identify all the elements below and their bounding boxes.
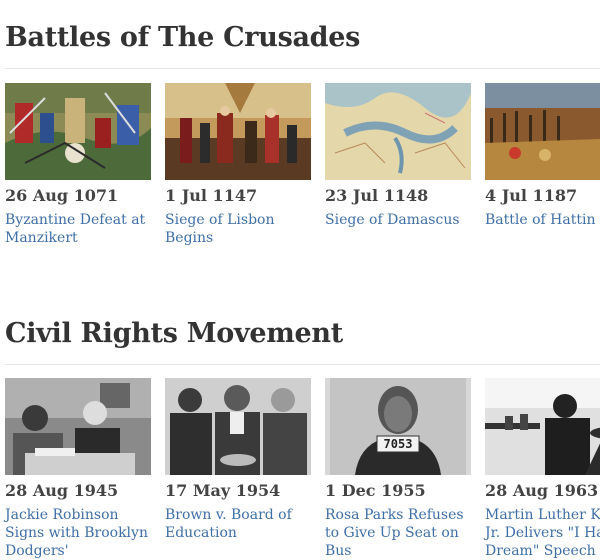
event-card[interactable]: 17 May 1954 Brown v. Board of Education bbox=[165, 378, 311, 560]
army-battle-painting-thumbnail bbox=[485, 83, 600, 180]
event-title-line: Bus bbox=[325, 543, 352, 559]
section-divider bbox=[5, 364, 600, 365]
event-date: 23 Jul 1148 bbox=[325, 186, 429, 205]
event-title-line: Dodgers' bbox=[5, 543, 69, 559]
event-card[interactable]: 7053 1 Dec 1955 Rosa Parks Refuses to Gi… bbox=[325, 378, 471, 560]
section-title: Battles of The Crusades bbox=[5, 22, 361, 53]
section-civil-rights: Civil Rights Movement 28 Aug 1945 Jackie… bbox=[0, 300, 600, 560]
event-title-link[interactable]: Brown v. Board of Education bbox=[165, 506, 325, 542]
event-card[interactable]: 28 Aug 1963 Martin Luther Ki Jr. Deliver… bbox=[485, 378, 600, 560]
contract-signing-photo-thumbnail bbox=[5, 378, 151, 475]
event-title-link[interactable]: Siege of Lisbon Begins bbox=[165, 211, 325, 247]
medieval-battle-painting-thumbnail bbox=[5, 83, 151, 180]
event-title-line: Begins bbox=[165, 230, 214, 246]
event-title-line: Brown v. Board of bbox=[165, 507, 292, 523]
event-title-link[interactable]: Martin Luther Ki Jr. Delivers "I Ha Drea… bbox=[485, 506, 600, 560]
event-title-line: Jackie Robinson bbox=[5, 507, 119, 523]
event-date: 28 Aug 1963 bbox=[485, 481, 599, 500]
event-card[interactable]: 26 Aug 1071 Byzantine Defeat at Manziker… bbox=[5, 83, 151, 253]
event-card[interactable]: 4 Jul 1187 Battle of Hattin bbox=[485, 83, 600, 253]
event-title-line: Education bbox=[165, 525, 237, 541]
event-thumbnail[interactable] bbox=[325, 83, 471, 180]
event-date: 1 Jul 1147 bbox=[165, 186, 258, 205]
event-thumbnail[interactable] bbox=[165, 83, 311, 180]
event-title-line: Siege of Lisbon bbox=[165, 212, 275, 228]
event-title-link[interactable]: Byzantine Defeat at Manzikert bbox=[5, 211, 165, 247]
event-title-line: Byzantine Defeat at bbox=[5, 212, 146, 228]
event-date: 1 Dec 1955 bbox=[325, 481, 426, 500]
old-map-thumbnail bbox=[325, 83, 471, 180]
event-date: 17 May 1954 bbox=[165, 481, 281, 500]
section-title: Civil Rights Movement bbox=[5, 318, 343, 349]
event-card[interactable]: 28 Aug 1945 Jackie Robinson Signs with B… bbox=[5, 378, 151, 560]
event-date: 26 Aug 1071 bbox=[5, 186, 119, 205]
event-date: 4 Jul 1187 bbox=[485, 186, 578, 205]
event-thumbnail[interactable]: 7053 bbox=[325, 378, 471, 475]
event-date: 28 Aug 1945 bbox=[5, 481, 119, 500]
event-card[interactable]: 23 Jul 1148 Siege of Damascus bbox=[325, 83, 471, 253]
event-card[interactable]: 1 Jul 1147 Siege of Lisbon Begins bbox=[165, 83, 311, 253]
timeline-page: Battles of The Crusades 26 Aug 1071 Byza… bbox=[0, 0, 600, 560]
event-title-link[interactable]: Rosa Parks Refuses to Give Up Seat on Bu… bbox=[325, 506, 485, 560]
event-title-line: Manzikert bbox=[5, 230, 78, 246]
event-title-line: Jr. Delivers "I Ha bbox=[485, 525, 600, 541]
event-title-line: Martin Luther Ki bbox=[485, 507, 600, 523]
speech-microphones-photo-thumbnail bbox=[485, 378, 600, 475]
event-thumbnail[interactable] bbox=[485, 83, 600, 180]
event-title-link[interactable]: Battle of Hattin bbox=[485, 211, 600, 229]
royal-court-painting-thumbnail bbox=[165, 83, 311, 180]
event-title-line: Signs with Brooklyn bbox=[5, 525, 148, 541]
section-crusades: Battles of The Crusades 26 Aug 1071 Byza… bbox=[0, 0, 600, 280]
event-title-line: Battle of Hattin bbox=[485, 212, 596, 228]
event-title-link[interactable]: Siege of Damascus bbox=[325, 211, 485, 229]
event-title-line: Dream" Speech bbox=[485, 543, 596, 559]
event-title-line: to Give Up Seat on bbox=[325, 525, 459, 541]
event-title-line: Rosa Parks Refuses bbox=[325, 507, 464, 523]
event-thumbnail[interactable] bbox=[5, 378, 151, 475]
lawyers-handshake-photo-thumbnail bbox=[165, 378, 311, 475]
event-title-link[interactable]: Jackie Robinson Signs with Brooklyn Dodg… bbox=[5, 506, 165, 560]
mugshot-photo-thumbnail: 7053 bbox=[325, 378, 471, 475]
event-thumbnail[interactable] bbox=[485, 378, 600, 475]
event-thumbnail[interactable] bbox=[5, 83, 151, 180]
event-title-line: Siege of Damascus bbox=[325, 212, 460, 228]
event-thumbnail[interactable] bbox=[165, 378, 311, 475]
mugshot-placard: 7053 bbox=[384, 437, 413, 451]
section-divider bbox=[5, 68, 600, 69]
